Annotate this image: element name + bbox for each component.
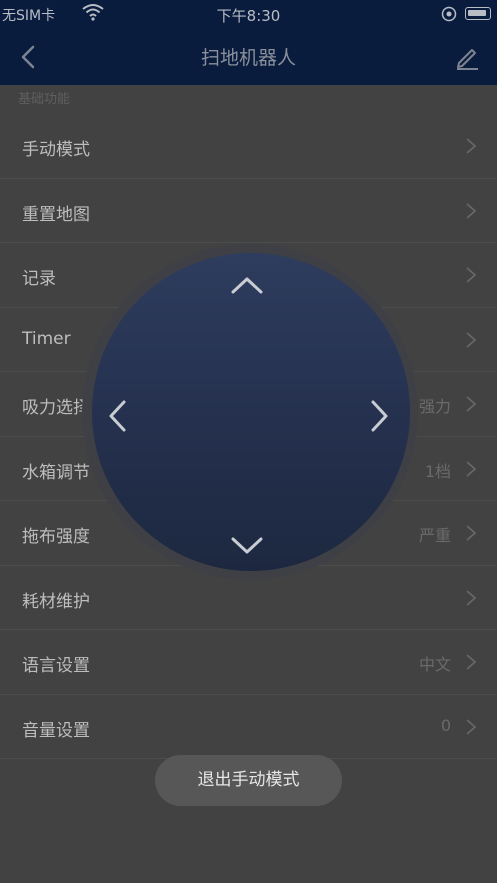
- row-volume[interactable]: 音量设置 0: [0, 695, 497, 759]
- row-label: 拖布强度: [22, 527, 90, 547]
- row-label: 语言设置: [22, 656, 90, 676]
- status-bar: 无SIM卡 下午8:30: [0, 0, 497, 28]
- exit-manual-mode-button[interactable]: 退出手动模式: [155, 755, 342, 806]
- row-label: Timer: [22, 328, 71, 349]
- edit-button[interactable]: [453, 43, 481, 71]
- page-title: 扫地机器人: [200, 47, 296, 69]
- row-value: 1档: [424, 461, 451, 481]
- chevron-right-icon: [466, 138, 477, 154]
- row-manual-mode[interactable]: 手动模式: [0, 114, 497, 179]
- battery-icon: [465, 7, 491, 20]
- chevron-right-icon: [466, 525, 477, 541]
- arrow-right-icon[interactable]: [359, 396, 399, 436]
- row-label: 重置地图: [22, 204, 90, 225]
- nav-bar: 扫地机器人: [0, 28, 497, 85]
- row-value: 强力: [418, 397, 451, 416]
- chevron-right-icon: [466, 331, 477, 348]
- row-reset-map[interactable]: 重置地图: [0, 179, 497, 243]
- row-label: 耗材维护: [22, 591, 90, 612]
- row-value: 中文: [418, 655, 451, 674]
- chevron-right-icon: [466, 654, 477, 670]
- row-value: 0: [440, 715, 451, 735]
- row-language[interactable]: 语言设置 中文: [0, 630, 497, 695]
- row-label: 吸力选择: [22, 398, 90, 418]
- chevron-right-icon: [466, 396, 477, 412]
- chevron-right-icon: [466, 718, 477, 735]
- arrow-down-icon[interactable]: [227, 525, 267, 565]
- section-header: 基础功能: [18, 92, 71, 107]
- arrow-left-icon[interactable]: [98, 396, 138, 436]
- row-label: 记录: [22, 269, 56, 289]
- chevron-right-icon: [466, 460, 477, 477]
- chevron-right-icon: [466, 267, 477, 283]
- arrow-up-icon[interactable]: [227, 266, 267, 306]
- status-time: 下午8:30: [216, 7, 281, 25]
- row-label: 水箱调节: [22, 462, 90, 483]
- chevron-right-icon: [466, 589, 477, 606]
- row-value: 严重: [418, 526, 451, 545]
- chevron-right-icon: [466, 202, 477, 219]
- row-label: 手动模式: [22, 140, 90, 160]
- rotation-lock-icon: [441, 6, 457, 22]
- row-label: 音量设置: [22, 720, 90, 741]
